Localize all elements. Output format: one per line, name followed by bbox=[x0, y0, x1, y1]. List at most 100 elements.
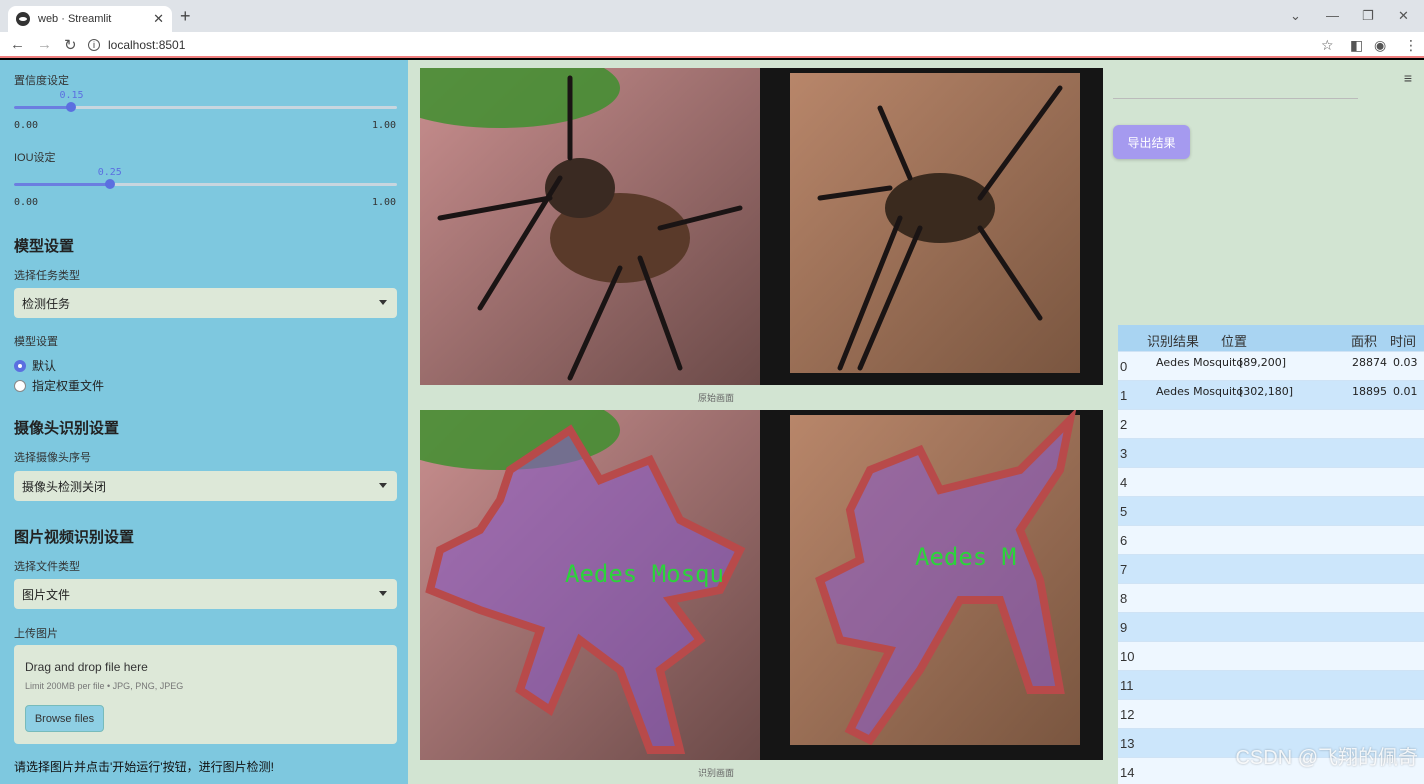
close-tab-icon[interactable]: ✕ bbox=[153, 11, 164, 27]
sidebar: 置信度设定 0.15 0.00 1.00 IOU设定 0.25 0.00 1.0… bbox=[0, 60, 408, 784]
camera-value: 摄像头检测关闭 bbox=[22, 479, 107, 494]
radio-default-label: 默认 bbox=[32, 359, 57, 373]
original-image-graphic bbox=[420, 68, 1103, 385]
confidence-slider-thumb[interactable] bbox=[66, 102, 77, 112]
radio-custom-weights-label: 指定权重文件 bbox=[32, 379, 105, 393]
table-row[interactable]: 0 Aedes Mosquito [89,200] 28874 0.03 bbox=[1118, 351, 1424, 380]
close-window-icon[interactable]: ✕ bbox=[1398, 8, 1409, 24]
back-icon[interactable]: ← bbox=[10, 36, 25, 53]
file-uploader-dropzone[interactable]: Drag and drop file here Limit 200MB per … bbox=[14, 645, 397, 744]
original-image bbox=[420, 68, 1103, 385]
result-caption: 识别画面 bbox=[698, 768, 735, 778]
radio-unselected-icon bbox=[14, 379, 26, 392]
table-row[interactable]: 2 bbox=[1118, 409, 1424, 438]
result-image: Aedes Mosqu Aedes M bbox=[420, 410, 1103, 760]
file-type-select[interactable]: 图片文件 bbox=[14, 579, 397, 609]
row-index: 14 bbox=[1120, 765, 1135, 780]
table-row[interactable]: 10 bbox=[1118, 641, 1424, 670]
confidence-min: 0.00 bbox=[14, 120, 39, 131]
minimize-icon[interactable]: — bbox=[1326, 8, 1339, 23]
table-row[interactable]: 9 bbox=[1118, 612, 1424, 641]
row-index: 12 bbox=[1120, 707, 1135, 722]
url-field[interactable]: i localhost:8501 bbox=[88, 35, 1338, 55]
chevron-down-icon bbox=[379, 300, 387, 305]
row-index: 6 bbox=[1120, 533, 1128, 548]
row-index: 1 bbox=[1120, 388, 1128, 403]
bookmark-star-icon[interactable]: ☆ bbox=[1321, 37, 1334, 54]
main-area: ≡ 原始画面 Aedes Mosqu Aedes M 识别画面 导出结果 识别结… bbox=[408, 60, 1424, 784]
header-area[interactable]: 面积 bbox=[1351, 331, 1377, 350]
table-row[interactable]: 6 bbox=[1118, 525, 1424, 554]
confidence-value: 0.15 bbox=[59, 90, 84, 101]
header-position[interactable]: 位置 bbox=[1221, 331, 1247, 350]
row-index: 9 bbox=[1120, 620, 1128, 635]
task-type-select[interactable]: 检测任务 bbox=[14, 288, 397, 318]
csdn-watermark: CSDN @飞翔的佩奇 bbox=[1235, 747, 1418, 769]
divider bbox=[1113, 98, 1358, 99]
detection-label-2: Aedes M bbox=[915, 543, 1016, 571]
task-type-value: 检测任务 bbox=[22, 296, 71, 311]
radio-default[interactable]: 默认 bbox=[14, 357, 56, 374]
site-info-icon[interactable]: i bbox=[88, 39, 100, 51]
side-panel-icon[interactable]: ◧ bbox=[1350, 37, 1363, 54]
reload-icon[interactable]: ↻ bbox=[64, 36, 77, 54]
row-index: 4 bbox=[1120, 475, 1128, 490]
tab-search-icon[interactable]: ⌄ bbox=[1290, 8, 1301, 24]
cell-area: 18895 bbox=[1352, 385, 1387, 398]
browse-files-button[interactable]: Browse files bbox=[25, 705, 104, 732]
radio-selected-icon bbox=[14, 359, 26, 372]
original-caption: 原始画面 bbox=[698, 393, 735, 403]
table-row[interactable]: 3 bbox=[1118, 438, 1424, 467]
url-text: localhost:8501 bbox=[108, 38, 186, 52]
detection-label-1: Aedes Mosqu bbox=[565, 560, 724, 588]
address-bar: ← → ↻ i localhost:8501 ☆ ◧ ◉ ⋮ bbox=[0, 32, 1424, 58]
table-row[interactable]: 12 bbox=[1118, 699, 1424, 728]
row-index: 0 bbox=[1120, 359, 1128, 374]
cell-position: [89,200] bbox=[1239, 356, 1287, 369]
file-type-label: 选择文件类型 bbox=[14, 561, 80, 573]
tab-title: web · Streamlit bbox=[38, 13, 112, 25]
row-index: 8 bbox=[1120, 591, 1128, 606]
result-image-graphic: Aedes Mosqu Aedes M bbox=[420, 410, 1103, 760]
table-row[interactable]: 8 bbox=[1118, 583, 1424, 612]
table-header: 识别结果 位置 面积 时间 bbox=[1118, 325, 1424, 351]
table-row[interactable]: 11 bbox=[1118, 670, 1424, 699]
cell-position: [302,180] bbox=[1239, 385, 1294, 398]
iou-slider-thumb[interactable] bbox=[104, 179, 115, 189]
run-hint: 请选择图片并点击'开始运行'按钮，进行图片检测! bbox=[14, 760, 274, 774]
table-row[interactable]: 4 bbox=[1118, 467, 1424, 496]
export-results-button[interactable]: 导出结果 bbox=[1113, 125, 1190, 159]
row-index: 13 bbox=[1120, 736, 1135, 751]
chevron-down-icon bbox=[379, 591, 387, 596]
camera-select[interactable]: 摄像头检测关闭 bbox=[14, 471, 397, 501]
table-row[interactable]: 1 Aedes Mosquito [302,180] 18895 0.01 bbox=[1118, 380, 1424, 409]
hamburger-menu-icon[interactable]: ≡ bbox=[1404, 70, 1412, 86]
new-tab-icon[interactable]: + bbox=[180, 6, 191, 27]
forward-icon[interactable]: → bbox=[37, 36, 52, 53]
browser-titlebar: web · Streamlit ✕ + ⌄ — ❐ ✕ bbox=[0, 0, 1424, 32]
header-time[interactable]: 时间 bbox=[1390, 331, 1416, 350]
confidence-label: 置信度设定 bbox=[14, 75, 69, 87]
cell-result: Aedes Mosquito bbox=[1156, 356, 1244, 369]
table-row[interactable]: 7 bbox=[1118, 554, 1424, 583]
iou-value: 0.25 bbox=[97, 167, 122, 178]
results-table[interactable]: 识别结果 位置 面积 时间 0 Aedes Mosquito [89,200] 288… bbox=[1118, 325, 1424, 784]
table-row[interactable]: 5 bbox=[1118, 496, 1424, 525]
model-setting-label: 模型设置 bbox=[14, 336, 58, 348]
browser-tab[interactable]: web · Streamlit ✕ bbox=[8, 6, 172, 32]
row-index: 3 bbox=[1120, 446, 1128, 461]
media-heading: 图片视频识别设置 bbox=[14, 529, 135, 546]
streamlit-favicon-icon bbox=[16, 12, 30, 26]
iou-slider-fill bbox=[14, 183, 110, 186]
upload-label: 上传图片 bbox=[14, 628, 58, 640]
cell-result: Aedes Mosquito bbox=[1156, 385, 1244, 398]
iou-min: 0.00 bbox=[14, 197, 39, 208]
header-result[interactable]: 识别结果 bbox=[1147, 331, 1199, 350]
maximize-icon[interactable]: ❐ bbox=[1362, 8, 1374, 24]
confidence-slider-fill bbox=[14, 106, 72, 109]
row-index: 7 bbox=[1120, 562, 1128, 577]
row-index: 5 bbox=[1120, 504, 1128, 519]
browser-menu-icon[interactable]: ⋮ bbox=[1404, 37, 1418, 54]
radio-custom-weights[interactable]: 指定权重文件 bbox=[14, 377, 104, 394]
profile-avatar-icon[interactable]: ◉ bbox=[1374, 37, 1386, 54]
